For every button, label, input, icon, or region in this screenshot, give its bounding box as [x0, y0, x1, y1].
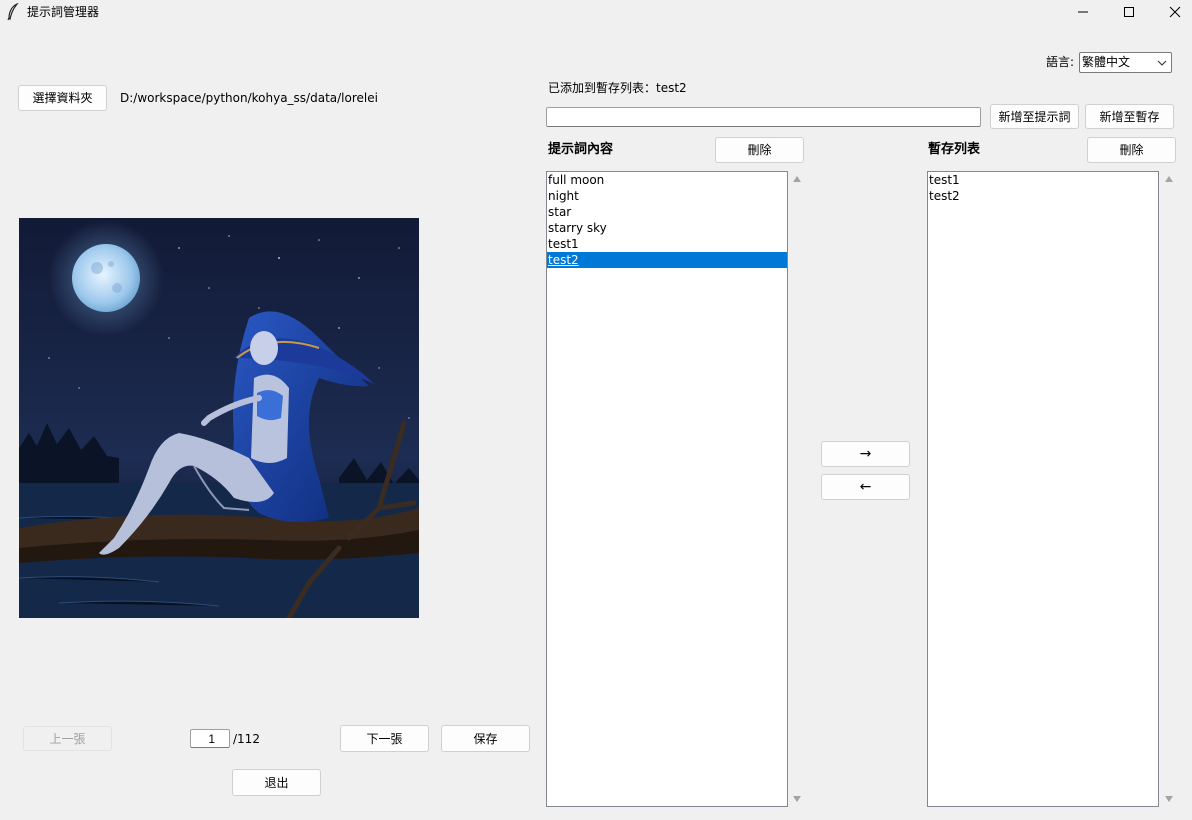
list-item[interactable]: test2: [928, 188, 1158, 204]
close-button[interactable]: [1152, 0, 1192, 26]
scroll-down-icon[interactable]: [793, 796, 801, 802]
move-left-button[interactable]: ←: [821, 474, 910, 500]
maximize-button[interactable]: [1106, 0, 1152, 26]
feather-icon: [6, 2, 20, 21]
scroll-up-icon[interactable]: [793, 176, 801, 182]
status-message: 已添加到暫存列表：test2: [548, 81, 687, 95]
minimize-icon: [1077, 6, 1089, 21]
language-select[interactable]: 繁體中文: [1079, 52, 1172, 73]
minimize-button[interactable]: [1060, 0, 1106, 26]
chevron-down-icon: [1157, 57, 1167, 71]
prompts-listbox[interactable]: full moon night star starry sky test1 test2: [546, 171, 788, 807]
temp-list-heading: 暫存列表: [928, 142, 981, 157]
delete-temp-button[interactable]: 刪除: [1087, 137, 1176, 163]
prompts-heading: 提示詞內容: [548, 142, 614, 157]
save-button[interactable]: 保存: [441, 725, 530, 752]
language-label: 語言:: [1046, 55, 1075, 69]
title-bar: [0, 0, 1192, 26]
add-to-prompts-button[interactable]: 新增至提示詞: [990, 104, 1079, 129]
page-number-input[interactable]: [190, 729, 230, 748]
folder-path: D:/workspace/python/kohya_ss/data/lorele…: [120, 91, 378, 105]
exit-button[interactable]: 退出: [232, 769, 321, 796]
close-icon: [1169, 6, 1181, 21]
prev-image-button[interactable]: 上一張: [23, 726, 112, 751]
page-total: /112: [233, 732, 260, 746]
delete-prompt-button[interactable]: 刪除: [715, 137, 804, 163]
maximize-icon: [1123, 6, 1135, 21]
list-item[interactable]: test1: [928, 172, 1158, 188]
window-title: 提示詞管理器: [27, 5, 100, 19]
list-item[interactable]: full moon: [547, 172, 787, 188]
list-item[interactable]: star: [547, 204, 787, 220]
scroll-up-icon[interactable]: [1165, 176, 1173, 182]
list-item[interactable]: starry sky: [547, 220, 787, 236]
list-item[interactable]: test1: [547, 236, 787, 252]
next-image-button[interactable]: 下一張: [340, 725, 429, 752]
list-item[interactable]: test2: [547, 252, 787, 268]
move-right-button[interactable]: →: [821, 441, 910, 467]
temp-listbox[interactable]: test1 test2: [927, 171, 1159, 807]
add-to-temp-button[interactable]: 新增至暫存: [1085, 104, 1174, 129]
scroll-down-icon[interactable]: [1165, 796, 1173, 802]
select-folder-button[interactable]: 選擇資料夾: [18, 85, 107, 111]
preview-image: [19, 218, 419, 618]
list-item[interactable]: night: [547, 188, 787, 204]
language-selected-value: 繁體中文: [1082, 55, 1131, 69]
prompt-input[interactable]: [546, 107, 981, 127]
